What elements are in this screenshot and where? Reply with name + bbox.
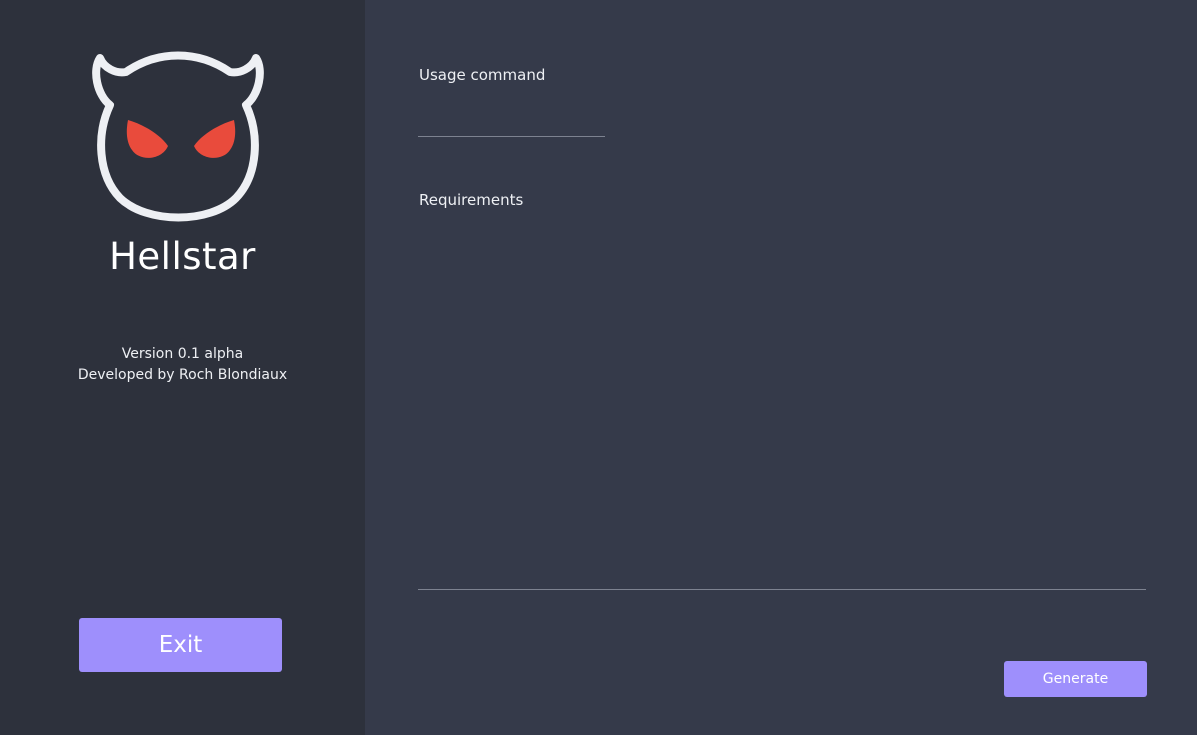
devil-face-icon (92, 51, 264, 222)
app-info: Version 0.1 alpha Developed by Roch Blon… (0, 344, 365, 386)
exit-button[interactable]: Exit (79, 618, 282, 672)
usage-command-input[interactable] (418, 110, 605, 137)
app-window: Hellstar Version 0.1 alpha Developed by … (0, 0, 1197, 735)
requirements-textarea[interactable] (418, 222, 1146, 590)
developer-text: Developed by Roch Blondiaux (77, 367, 288, 383)
requirements-label: Requirements (419, 191, 524, 209)
left-eye-shape (126, 120, 168, 158)
app-title: Hellstar (109, 235, 256, 278)
main-panel: Usage command Requirements Generate (365, 0, 1197, 735)
version-text: Version 0.1 alpha (121, 346, 244, 362)
usage-command-label: Usage command (419, 66, 546, 84)
sidebar: Hellstar Version 0.1 alpha Developed by … (0, 0, 365, 735)
generate-button[interactable]: Generate (1004, 661, 1147, 697)
right-eye-shape (194, 120, 236, 158)
